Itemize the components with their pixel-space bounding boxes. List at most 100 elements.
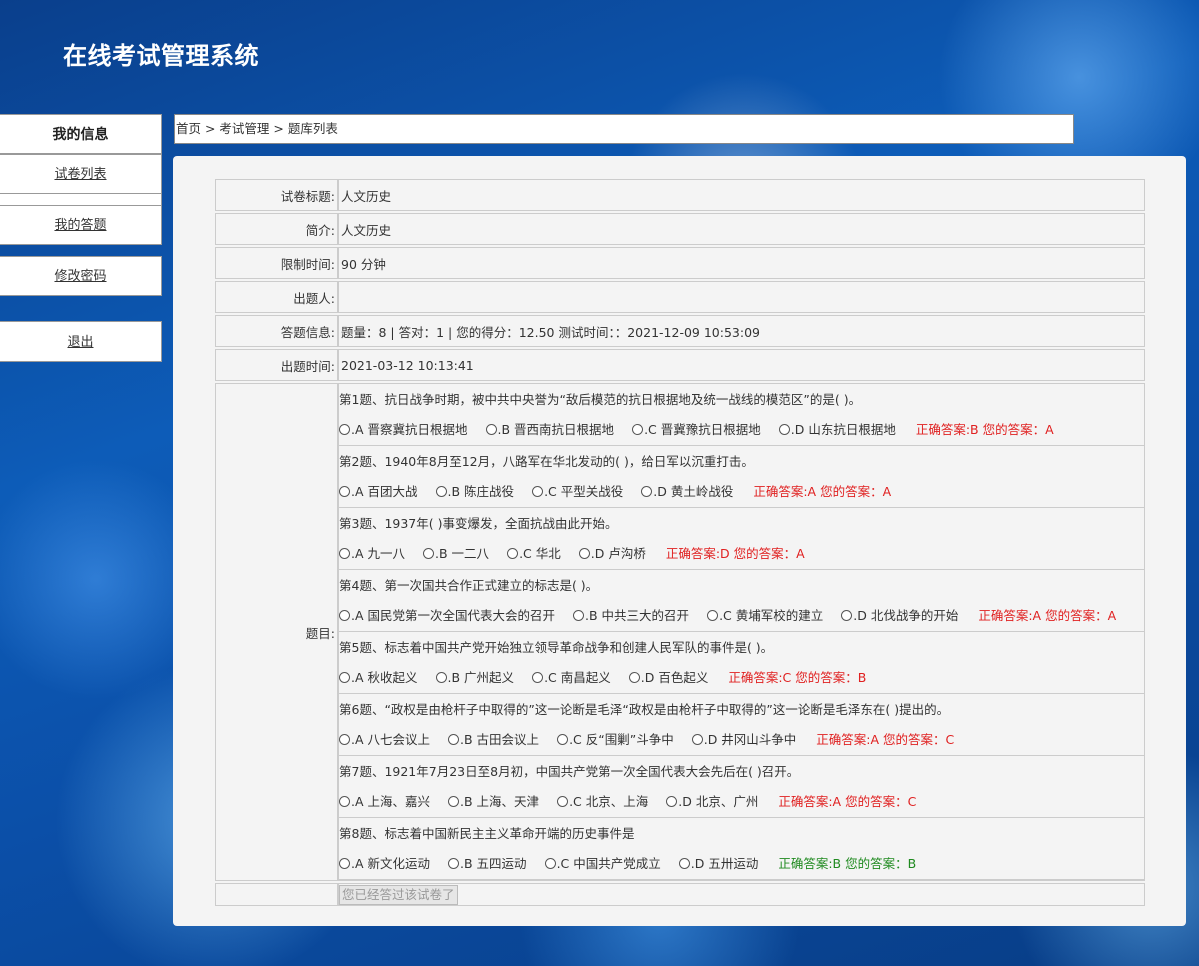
question-options: .A 上海、嘉兴 .B 上海、天津 .C 北京、上海 .D 北京、广州 正确答案:A 您…	[339, 787, 1144, 817]
option-label: C 平型关战役	[548, 484, 624, 499]
answer-option[interactable]: .A 晋察冀抗日根据地	[339, 422, 468, 437]
radio-icon[interactable]	[841, 610, 853, 621]
answer-option[interactable]: .D 山东抗日根据地	[778, 422, 896, 437]
radio-icon[interactable]	[485, 424, 497, 435]
radio-icon[interactable]	[678, 858, 690, 869]
radio-icon[interactable]	[557, 796, 569, 807]
radio-icon[interactable]	[339, 548, 350, 559]
radio-icon[interactable]	[628, 672, 640, 683]
answer-option[interactable]: .D 黄土岭战役	[641, 484, 733, 499]
answer-option[interactable]: .C 平型关战役	[532, 484, 623, 499]
answer-option[interactable]: .D 井冈山斗争中	[691, 732, 796, 747]
answer-option[interactable]: .C 反“围剿”斗争中	[557, 732, 674, 747]
answer-option[interactable]: .B 中共三大的召开	[573, 608, 689, 623]
sidebar-item-exam-list[interactable]: 试卷列表	[0, 154, 162, 194]
answer-option[interactable]: .A 秋收起义	[339, 670, 418, 685]
radio-icon[interactable]	[632, 424, 644, 435]
radio-icon[interactable]	[339, 610, 350, 621]
answer-option[interactable]: .C 南昌起义	[532, 670, 611, 685]
answer-option[interactable]: .D 北京、广州	[666, 794, 758, 809]
radio-icon[interactable]	[707, 610, 719, 621]
option-label: A 八七会议上	[354, 732, 431, 747]
radio-icon[interactable]	[448, 858, 460, 869]
radio-icon[interactable]	[339, 734, 350, 745]
row-result: 答题信息: 题量：8 | 答对：1 | 您的得分：12.50 测试时间：：202…	[215, 315, 1145, 347]
radio-icon[interactable]	[507, 548, 519, 559]
radio-icon[interactable]	[532, 486, 544, 497]
question-title: 第3题、1937年( )事变爆发，全面抗战由此开始。	[339, 516, 618, 531]
sidebar-header: 我的信息	[0, 114, 162, 154]
submit-button-disabled[interactable]: 您已经答过该试卷了	[339, 885, 458, 905]
answer-option[interactable]: .D 五卅运动	[678, 856, 758, 871]
answer-option[interactable]: .D 卢沟桥	[578, 546, 646, 561]
answer-option[interactable]: .B 广州起义	[435, 670, 514, 685]
radio-icon[interactable]	[339, 796, 350, 807]
radio-icon[interactable]	[666, 796, 678, 807]
option-label: D 黄土岭战役	[657, 484, 734, 499]
option-label: C 南昌起义	[548, 670, 611, 685]
sidebar-item-change-password[interactable]: 修改密码	[0, 256, 162, 296]
sidebar-link-my-answers[interactable]: 我的答题	[54, 218, 106, 233]
radio-icon[interactable]	[778, 424, 790, 435]
radio-icon[interactable]	[339, 672, 350, 683]
value-intro: 人文历史	[338, 213, 1145, 245]
option-label: C 华北	[523, 546, 561, 561]
radio-icon[interactable]	[435, 486, 447, 497]
answer-option[interactable]: .A 九一八	[339, 546, 405, 561]
answer-option[interactable]: .D 百色起义	[628, 670, 708, 685]
radio-icon[interactable]	[532, 672, 544, 683]
radio-icon[interactable]	[423, 548, 435, 559]
radio-icon[interactable]	[557, 734, 569, 745]
radio-icon[interactable]	[339, 486, 350, 497]
answer-option[interactable]: .C 黄埔军校的建立	[707, 608, 823, 623]
sidebar-link-change-password[interactable]: 修改密码	[54, 269, 106, 284]
row-questions: 题目: 第1题、抗日战争时期，被中共中央誉为“敌后模范的抗日根据地及统一战线的模…	[215, 383, 1145, 881]
answer-option[interactable]: .B 古田会议上	[448, 732, 539, 747]
logout-link[interactable]: 退出	[67, 335, 93, 350]
option-label: A 上海、嘉兴	[354, 794, 431, 809]
radio-icon[interactable]	[435, 672, 447, 683]
sidebar-link-exam-list[interactable]: 试卷列表	[54, 167, 106, 182]
label-submit-empty	[215, 883, 338, 906]
radio-icon[interactable]	[691, 734, 703, 745]
answer-option[interactable]: .C 华北	[507, 546, 561, 561]
logout-item[interactable]: 退出	[0, 321, 162, 362]
answer-option[interactable]: .A 八七会议上	[339, 732, 430, 747]
answer-option[interactable]: .A 上海、嘉兴	[339, 794, 430, 809]
option-label: B 五四运动	[464, 856, 527, 871]
answer-option[interactable]: .B 五四运动	[448, 856, 527, 871]
answer-option[interactable]: .C 中国共产党成立	[544, 856, 661, 871]
answer-option[interactable]: .B 上海、天津	[448, 794, 539, 809]
option-label: D 山东抗日根据地	[794, 422, 896, 437]
app-title: 在线考试管理系统	[63, 42, 259, 70]
question-options: .A 秋收起义 .B 广州起义 .C 南昌起义 .D 百色起义 正确答案:C 您的答案：…	[339, 663, 1144, 693]
sidebar-item-my-answers[interactable]: 我的答题	[0, 205, 162, 245]
value-result: 题量：8 | 答对：1 | 您的得分：12.50 测试时间：：2021-12-0…	[338, 315, 1145, 347]
answer-option[interactable]: .D 北伐战争的开始	[841, 608, 958, 623]
row-created: 出题时间: 2021-03-12 10:13:41	[215, 349, 1145, 381]
radio-icon[interactable]	[544, 858, 556, 869]
answer-option[interactable]: .C 晋冀豫抗日根据地	[632, 422, 761, 437]
answer-option[interactable]: .C 北京、上海	[557, 794, 648, 809]
radio-icon[interactable]	[578, 548, 590, 559]
answer-option[interactable]: .B 一二八	[423, 546, 489, 561]
answer-option[interactable]: .A 百团大战	[339, 484, 418, 499]
radio-icon[interactable]	[339, 424, 350, 435]
answer-option[interactable]: .A 新文化运动	[339, 856, 430, 871]
radio-icon[interactable]	[448, 734, 460, 745]
radio-icon[interactable]	[641, 486, 653, 497]
answer-option[interactable]: .A 国民党第一次全国代表大会的召开	[339, 608, 555, 623]
answer-option[interactable]: .B 晋西南抗日根据地	[485, 422, 614, 437]
radio-icon[interactable]	[448, 796, 460, 807]
radio-icon[interactable]	[339, 858, 350, 869]
answer-option[interactable]: .B 陈庄战役	[435, 484, 514, 499]
exam-info-table: 试卷标题: 人文历史 简介: 人文历史 限制时间: 90 分钟 出题人: 答题信…	[215, 177, 1145, 908]
question-options: .A 新文化运动 .B 五四运动 .C 中国共产党成立 .D 五卅运动 正确答案:B 您…	[339, 849, 1144, 879]
label-result: 答题信息:	[215, 315, 338, 347]
answer-result: 正确答案:D 您的答案：A	[665, 546, 805, 561]
option-label: D 北伐战争的开始	[857, 608, 959, 623]
question-list: 第1题、抗日战争时期，被中共中央誉为“敌后模范的抗日根据地及统一战线的模范区”的…	[339, 384, 1144, 880]
answer-result: 正确答案:B 您的答案：B	[778, 856, 917, 871]
radio-icon[interactable]	[573, 610, 585, 621]
option-label: C 反“围剿”斗争中	[573, 732, 674, 747]
